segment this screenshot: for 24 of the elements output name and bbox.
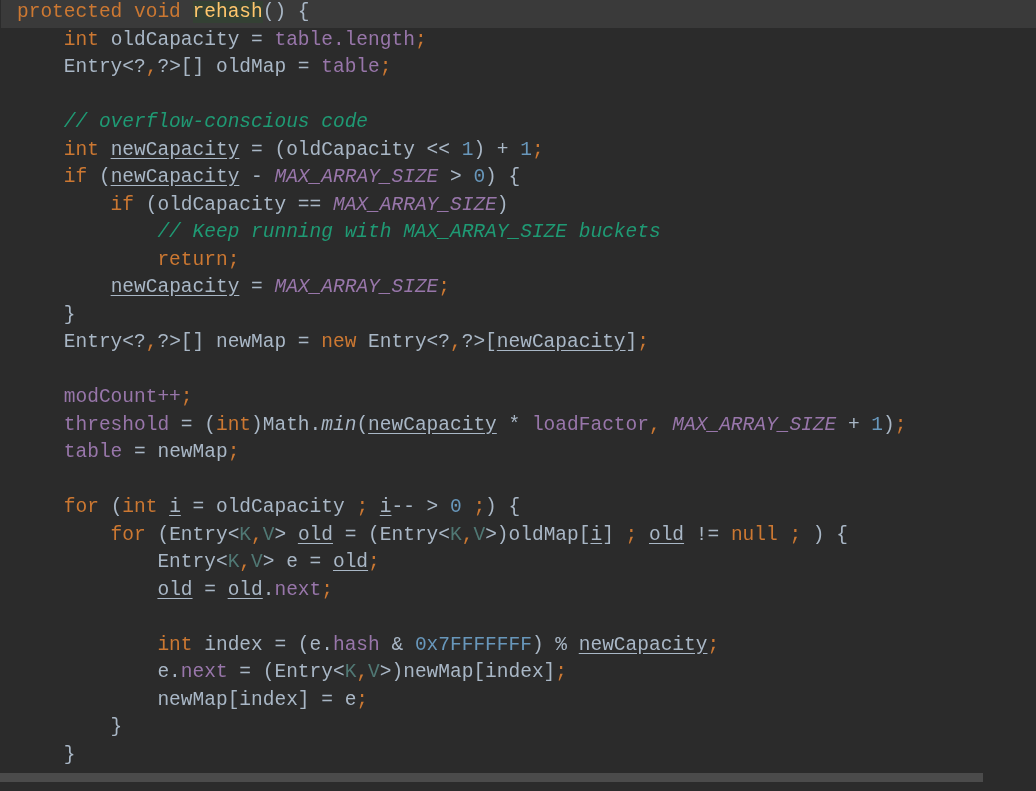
code-line: newCapacity = MAX_ARRAY_SIZE; [109,275,451,300]
code-line: Entry<?,?>[] oldMap = table; [62,55,393,80]
code-line: if (newCapacity - MAX_ARRAY_SIZE > 0) { [62,165,522,190]
code-line: e.next = (Entry<K,V>)newMap[index]; [156,660,568,685]
code-line: // Keep running with MAX_ARRAY_SIZE buckets [156,220,662,245]
code-line: modCount++; [62,385,194,410]
code-line: for (Entry<K,V> old = (Entry<K,V>)oldMap[i] ; old != null ; ) { [109,522,849,548]
code-line: int index = (e.hash & 0x7FFFFFFF) % newCapacity; [156,632,721,658]
code-line: old = old.next; [156,577,334,603]
code-line: } [62,302,77,328]
code-line: return; [156,247,241,273]
code-line: // overflow-conscious code [62,110,370,135]
horizontal-scrollbar[interactable] [0,773,983,782]
code-line: Entry<?,?>[] newMap = new Entry<?,?>[newCapacity]; [62,330,650,355]
code-line: newMap[index] = e; [156,687,370,713]
code-line: table = newMap; [62,440,241,465]
code-line: if (oldCapacity == MAX_ARRAY_SIZE) [109,192,510,218]
code-line: threshold = (int)Math.min(newCapacity * loadFactor, MAX_ARRAY_SIZE + 1); [62,412,908,438]
code-line: } [62,742,77,768]
code-line: } [109,715,124,740]
code-line: for (int i = oldCapacity ; i-- > 0 ;) { [62,495,522,520]
code-line: int oldCapacity = table.length; [62,27,428,53]
code-line: int newCapacity = (oldCapacity << 1) + 1; [62,137,545,163]
code-line: Entry<K,V> e = old; [156,550,381,575]
